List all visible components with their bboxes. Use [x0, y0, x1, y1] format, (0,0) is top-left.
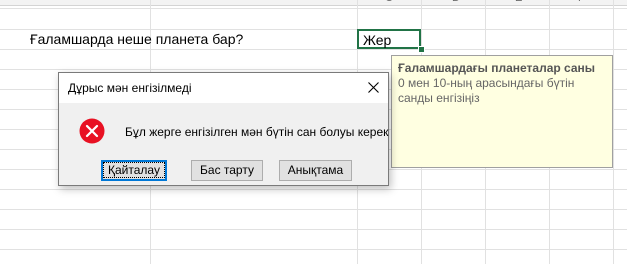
gridline: [613, 0, 614, 264]
gridline: [0, 189, 627, 190]
gridline: [0, 209, 627, 210]
fill-handle[interactable]: [418, 46, 425, 53]
dialog-title-bar[interactable]: Дұрыс мән енгізілмеді: [59, 73, 388, 103]
retry-button[interactable]: Қайталау: [101, 160, 167, 181]
error-icon: [79, 118, 105, 144]
error-dialog: Дұрыс мән енгізілмеді Бұл жерге енгізілг…: [58, 72, 389, 186]
input-message-tooltip: Ғаламшардағы планеталар саны 0 мен 10-ны…: [391, 55, 613, 168]
cancel-button[interactable]: Бас тарту: [191, 160, 263, 181]
retry-button-label: Қайталау: [103, 162, 165, 178]
gridline: [0, 49, 627, 50]
error-message: Бұл жерге енгізілген мән бүтін сан болуы…: [125, 125, 389, 139]
input-message-title: Ғаламшардағы планеталар саны: [398, 61, 596, 75]
close-icon: [367, 82, 379, 93]
dialog-title: Дұрыс мән енгізілмеді: [68, 81, 192, 95]
input-message-body: 0 мен 10-ның арасындағы бүтін санды енгі…: [398, 76, 575, 105]
column-header-f[interactable]: F: [578, 0, 585, 4]
help-button-label: Анықтама: [287, 163, 344, 177]
gridline: [0, 8, 627, 9]
column-header-e[interactable]: E: [515, 0, 522, 4]
question-cell[interactable]: Ғаламшарда неше планета бар?: [30, 31, 243, 47]
column-header-c[interactable]: C: [385, 0, 393, 4]
column-header-row: [0, 0, 627, 6]
help-button[interactable]: Анықтама: [279, 160, 352, 181]
gridline: [0, 229, 627, 230]
gridline: [0, 29, 627, 30]
active-cell[interactable]: Жер: [357, 29, 421, 49]
gridline: [0, 249, 627, 250]
cancel-button-label: Бас тарту: [200, 163, 254, 177]
answer-cell-value: Жер: [363, 32, 392, 48]
close-button[interactable]: [360, 75, 386, 101]
column-header-d[interactable]: D: [452, 0, 460, 4]
